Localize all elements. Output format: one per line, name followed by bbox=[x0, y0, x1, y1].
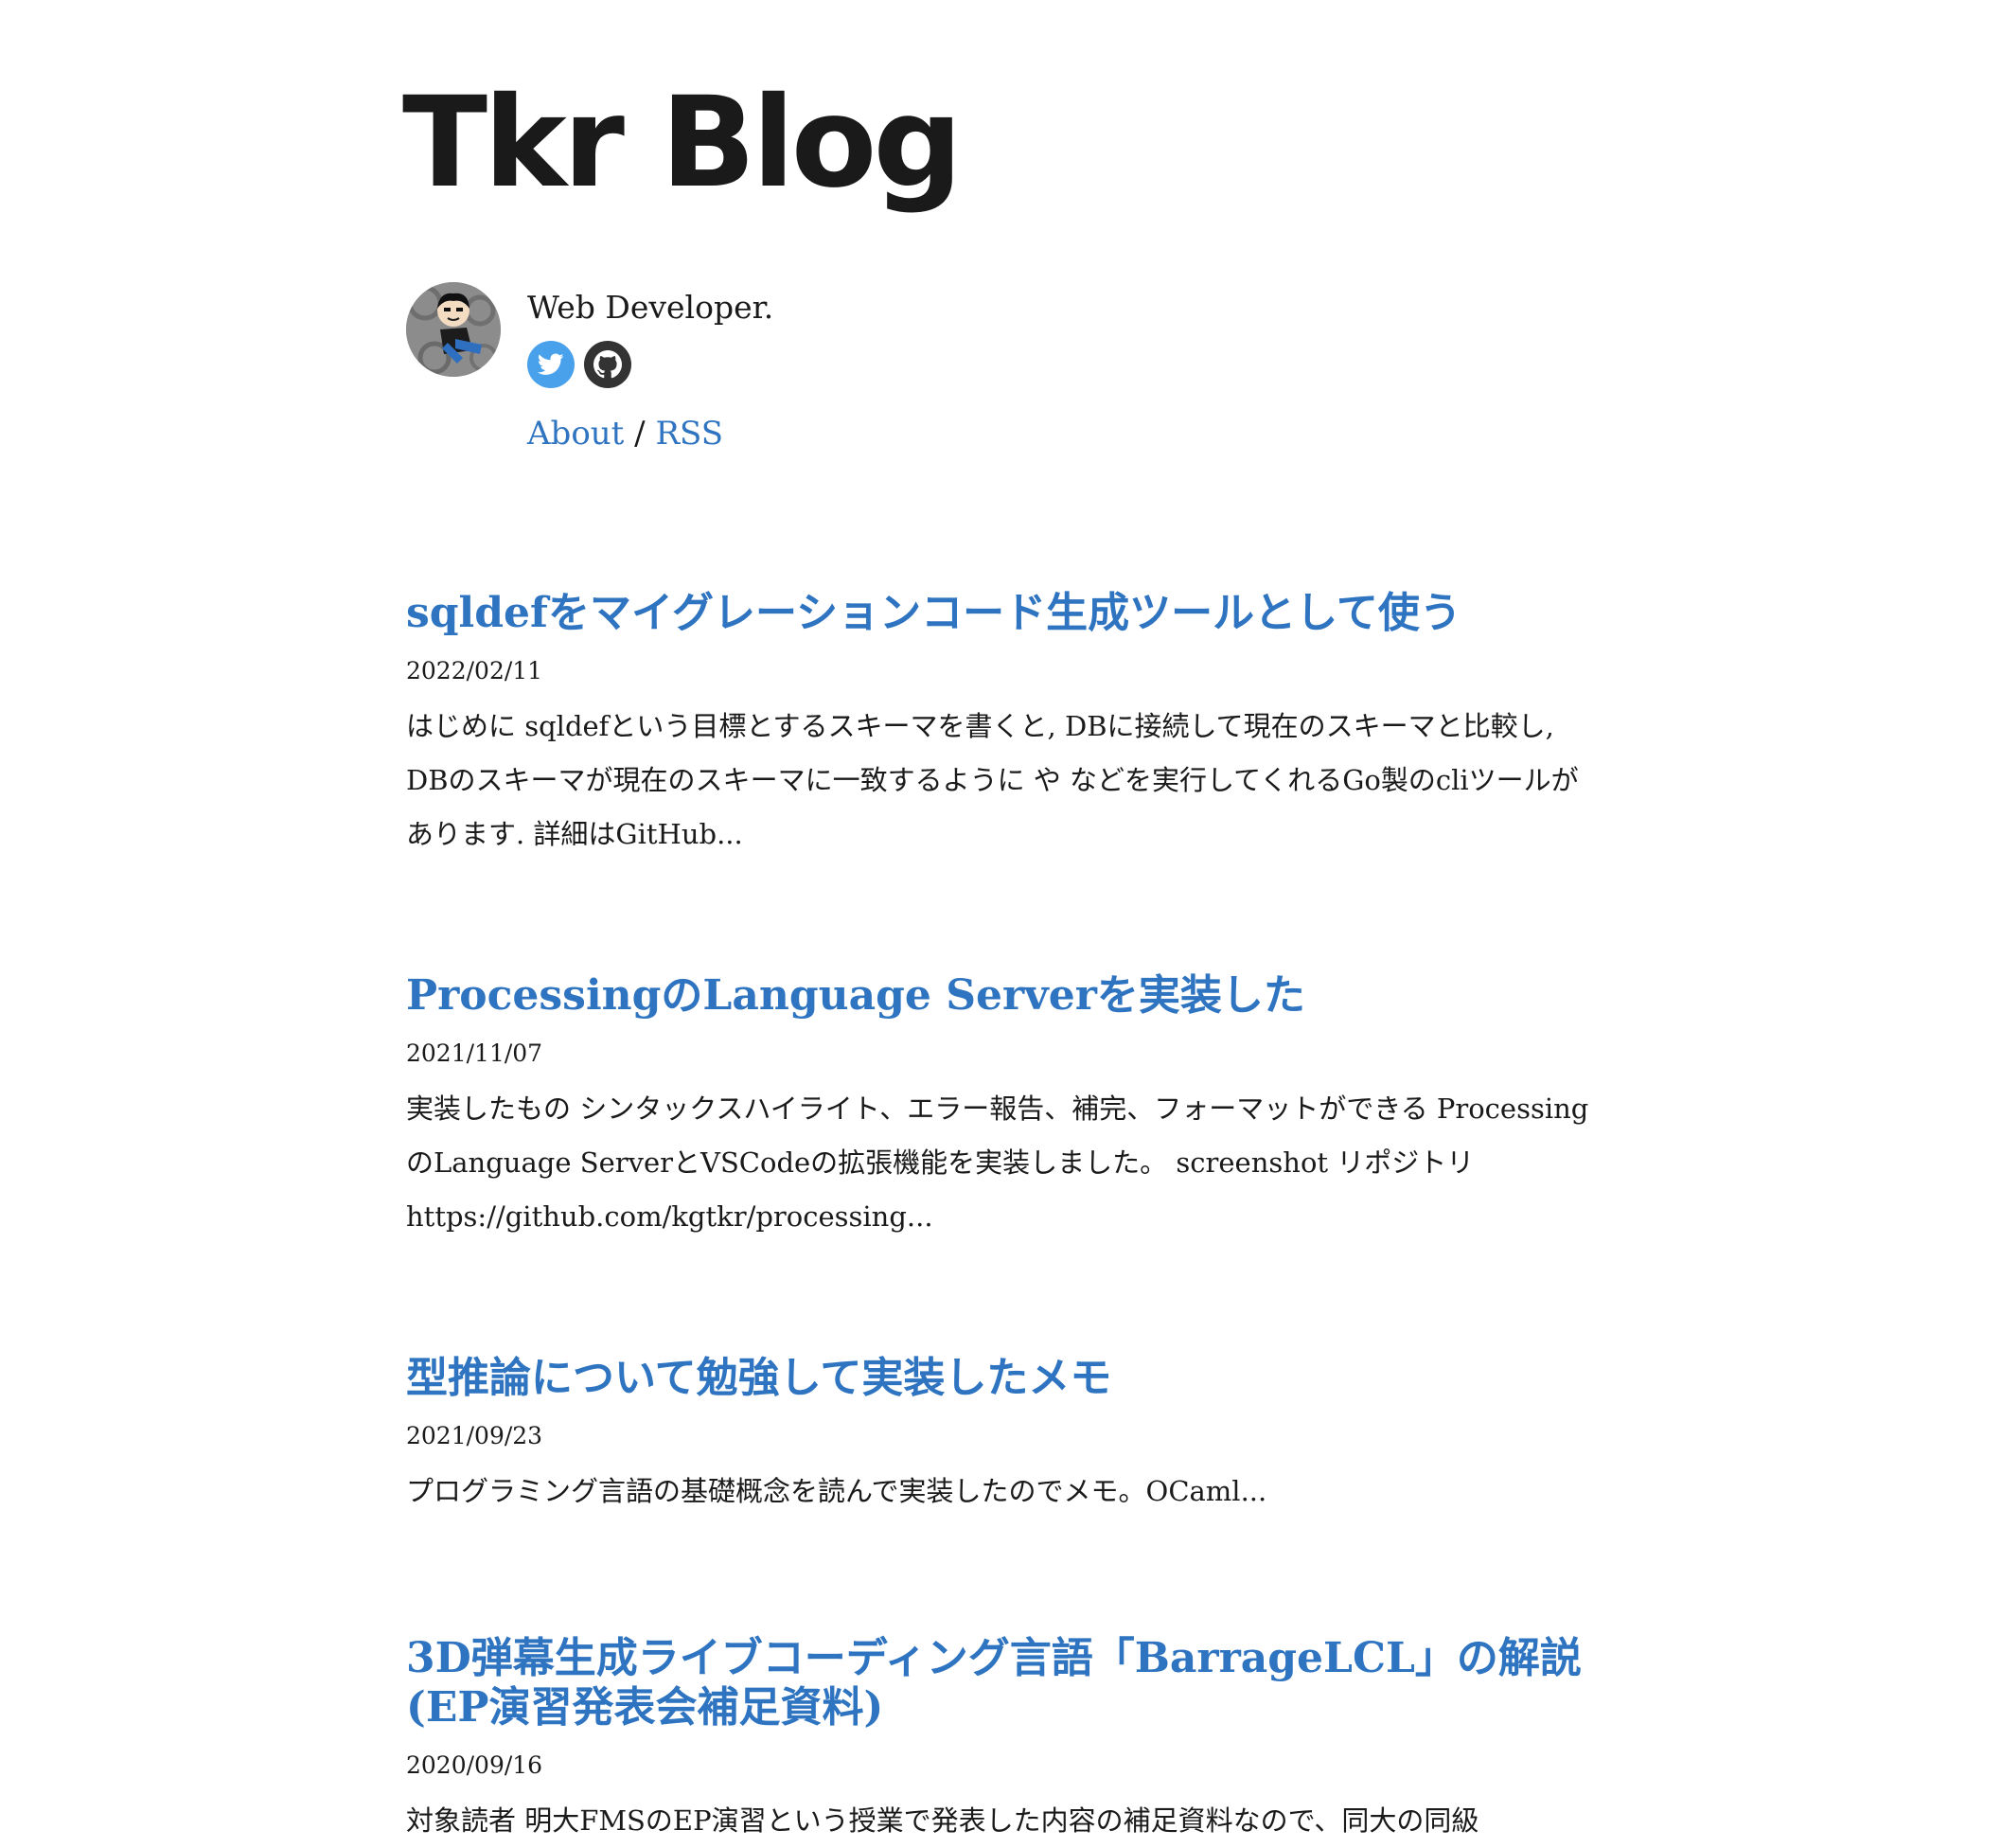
bio-text: Web Developer. About / RSS bbox=[527, 282, 774, 453]
rss-link[interactable]: RSS bbox=[655, 415, 723, 453]
github-link[interactable] bbox=[584, 341, 631, 388]
post-item: sqldefをマイグレーションコード生成ツールとして使う 2022/02/11 … bbox=[406, 589, 1599, 862]
post-item: 3D弾幕生成ライブコーディング言語「BarrageLCL」の解説(EP演習発表会… bbox=[406, 1634, 1599, 1848]
post-title-link[interactable]: sqldefをマイグレーションコード生成ツールとして使う bbox=[406, 589, 1599, 638]
site-title[interactable]: Tkr Blog bbox=[402, 80, 963, 205]
site-nav: About / RSS bbox=[527, 415, 723, 453]
post-date: 2022/02/11 bbox=[406, 657, 543, 684]
post-excerpt: はじめに sqldefという目標とするスキーマを書くと, DBに接続して現在のス… bbox=[406, 710, 1579, 850]
github-icon bbox=[593, 350, 622, 379]
twitter-icon bbox=[538, 353, 564, 375]
post-excerpt: 実装したもの シンタックスハイライト、エラー報告、補完、フォーマットができる P… bbox=[406, 1093, 1589, 1233]
twitter-link[interactable] bbox=[527, 341, 575, 388]
post-title-link[interactable]: 3D弾幕生成ライブコーディング言語「BarrageLCL」の解説(EP演習発表会… bbox=[406, 1634, 1599, 1732]
social-links bbox=[527, 341, 631, 388]
post-excerpt: プログラミング言語の基礎概念を読んで実装したのでメモ。OCaml... bbox=[406, 1475, 1267, 1507]
post-date: 2020/09/16 bbox=[406, 1751, 543, 1779]
post-date: 2021/11/07 bbox=[406, 1040, 543, 1067]
nav-separator: / bbox=[634, 415, 646, 453]
post-title-link[interactable]: ProcessingのLanguage Serverを実装した bbox=[406, 971, 1599, 1021]
post-item: 型推論について勉強して実装したメモ 2021/09/23 プログラミング言語の基… bbox=[406, 1354, 1599, 1519]
author-tagline: Web Developer. bbox=[527, 289, 774, 326]
avatar-image bbox=[406, 282, 501, 377]
post-date: 2021/09/23 bbox=[406, 1422, 543, 1449]
about-link[interactable]: About bbox=[527, 415, 624, 453]
post-item: ProcessingのLanguage Serverを実装した 2021/11/… bbox=[406, 971, 1599, 1244]
post-title-link[interactable]: 型推論について勉強して実装したメモ bbox=[406, 1354, 1599, 1403]
avatar bbox=[406, 282, 501, 377]
post-excerpt: 対象読者 明大FMSのEP演習という授業で発表した内容の補足資料なので、同大の同… bbox=[406, 1804, 1479, 1837]
author-bio: Web Developer. About / RSS bbox=[406, 282, 1599, 462]
